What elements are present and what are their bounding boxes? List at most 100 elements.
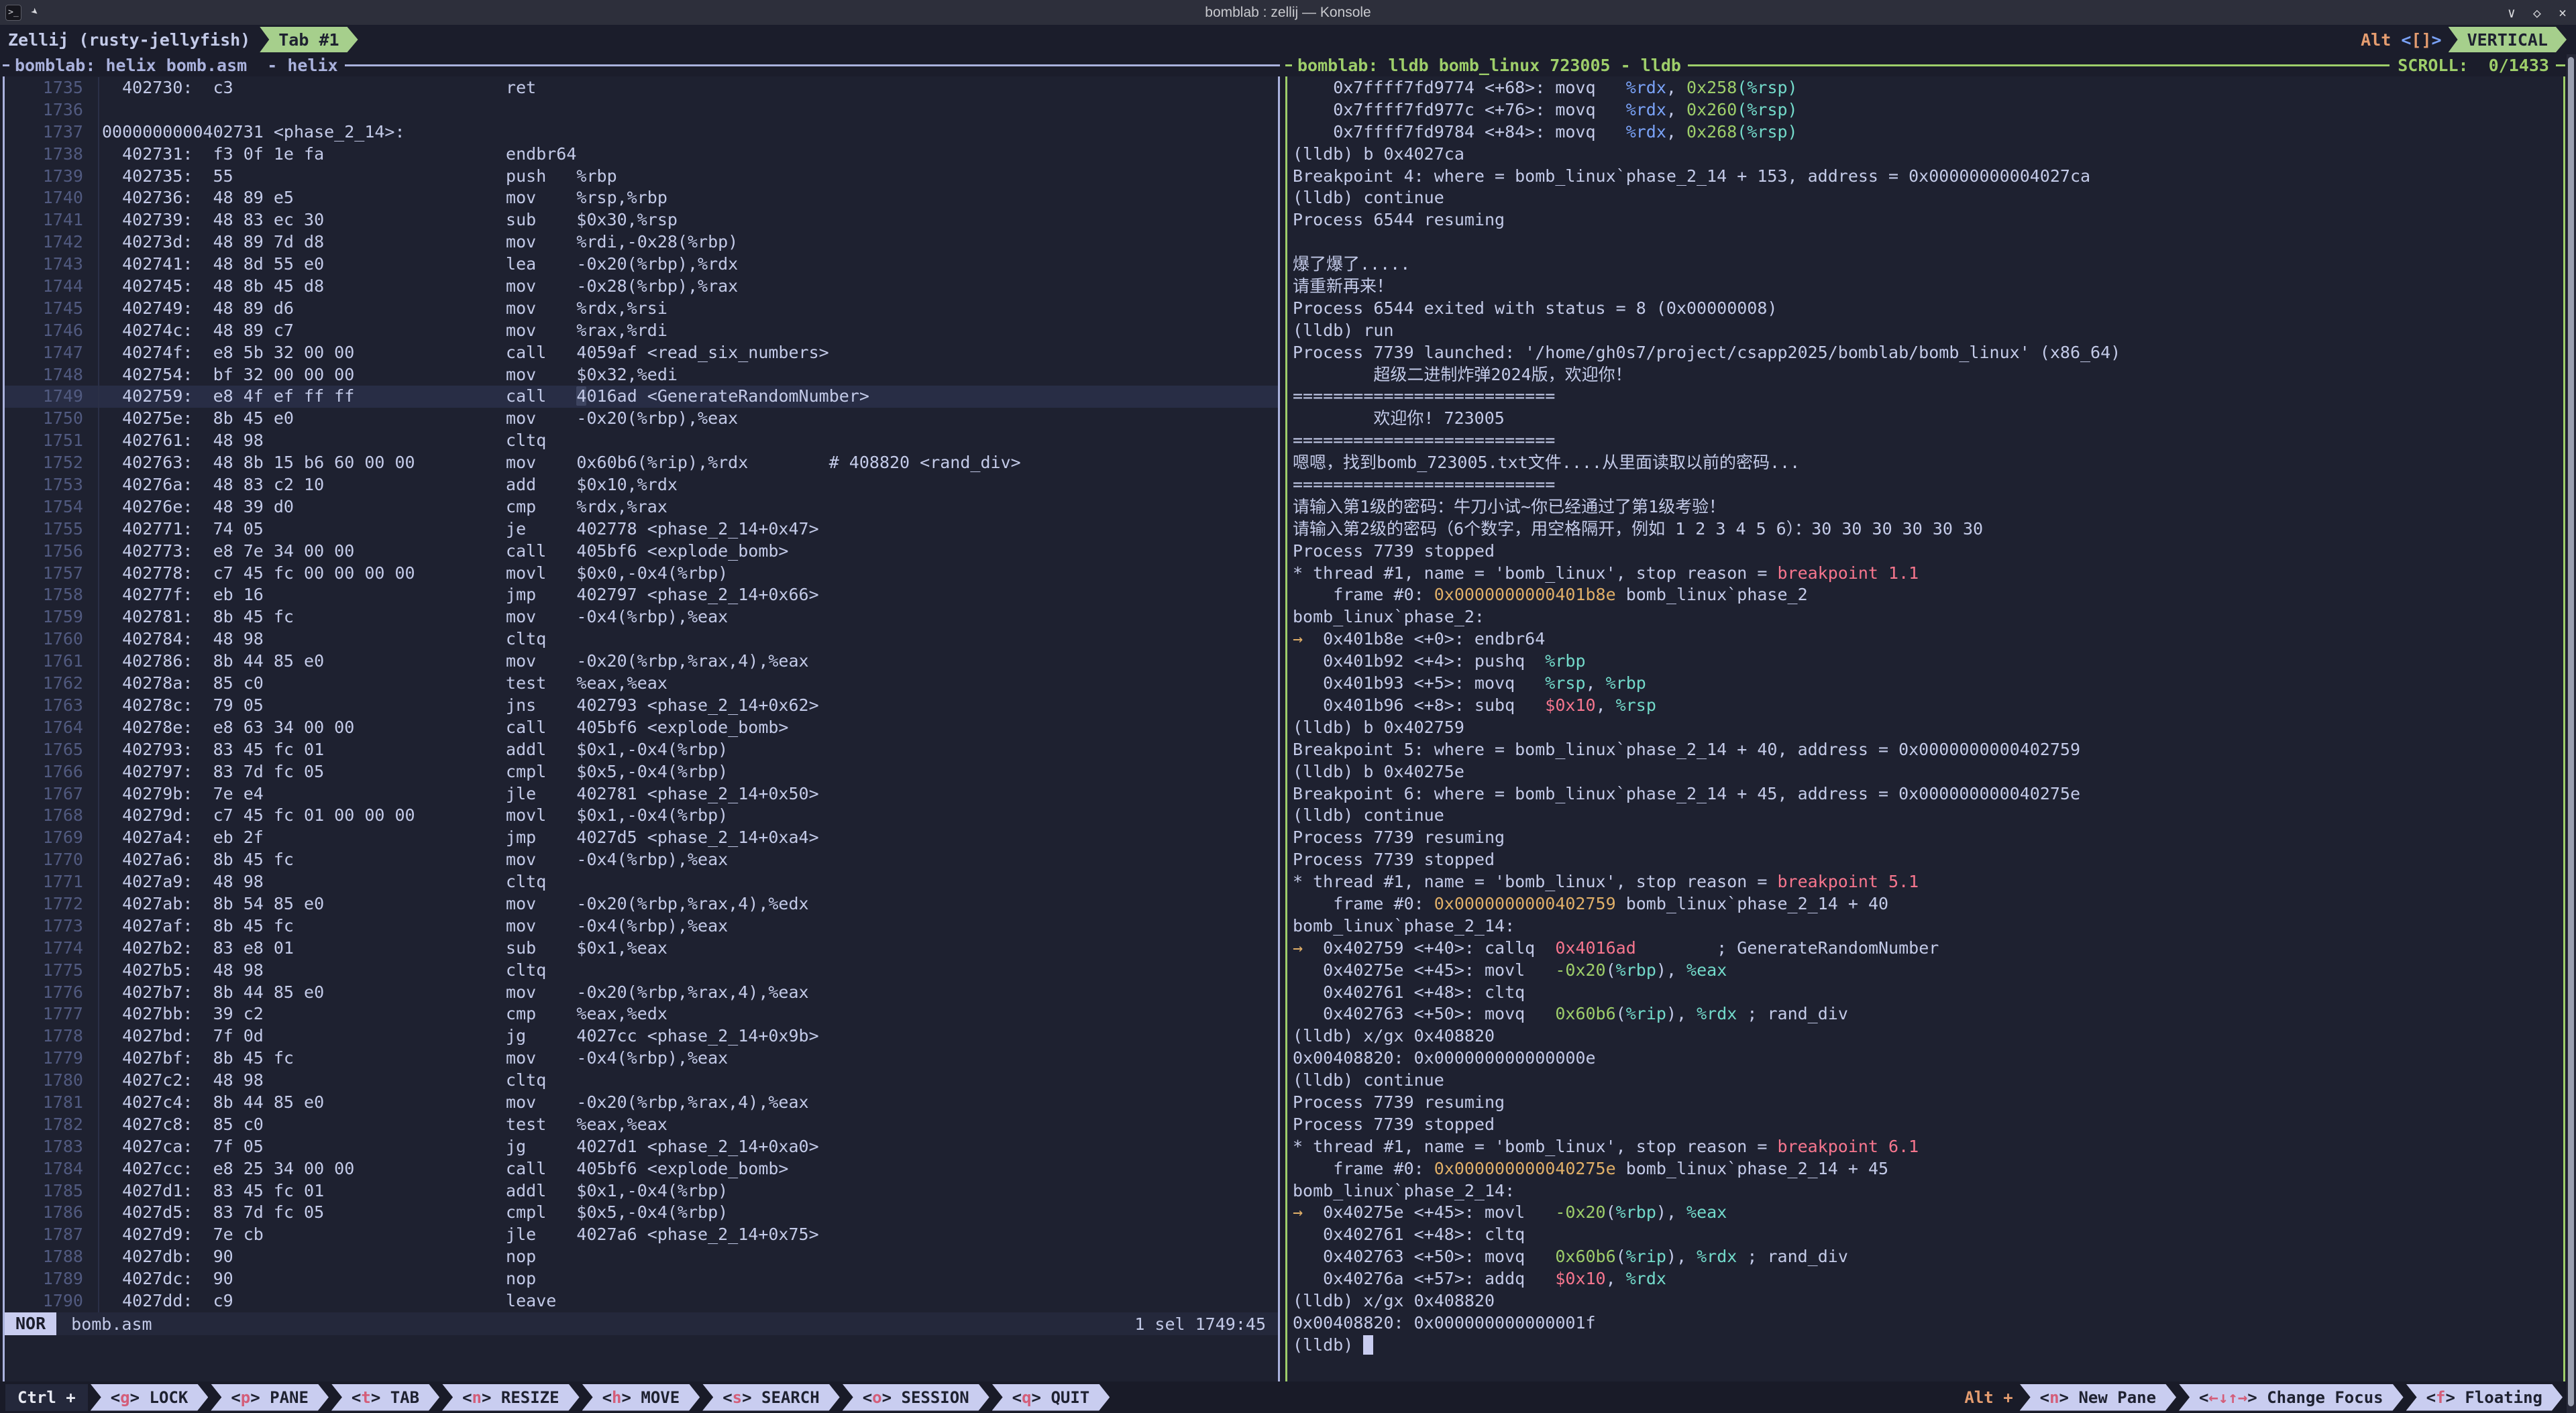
helix-editor-pane[interactable]: bomblab: helix bomb.asm - helix 1735 402… [3,54,1280,1383]
asm-line-1769: 1769 4027a4: eb 2f jmp 4027d5 <phase_2_1… [5,827,1278,849]
asm-line-1782: 1782 4027c8: 85 c0 test %eax,%eax [5,1114,1278,1136]
asm-line-1779: 1779 4027bf: 8b 45 fc mov -0x4(%rbp),%ea… [5,1048,1278,1070]
helix-mode-badge: NOR [5,1312,56,1335]
lldb-line-40: → 0x402759 <+40>: callq 0x4016ad ; Gener… [1293,938,2563,960]
alt-keybind-floating[interactable]: <f> Floating [2406,1384,2563,1411]
asm-line-1775: 1775 4027b5: 48 98 cltq [5,960,1278,982]
lldb-line-17: ========================== [1293,430,2563,452]
keybind-tab[interactable]: <t> TAB [331,1384,439,1411]
lldb-line-1: 0x7ffff7fd9774 <+68>: movq %rdx, 0x258(%… [1293,77,2563,99]
lldb-line-15: ========================== [1293,386,2563,408]
keybind-quit[interactable]: <q> QUIT [992,1384,1110,1411]
lldb-line-32: (lldb) b 0x40275e [1293,761,2563,783]
keybind-session[interactable]: <o> SESSION [843,1384,989,1411]
asm-line-1788: 1788 4027db: 90 nop [5,1246,1278,1268]
lldb-line-23: * thread #1, name = 'bomb_linux', stop r… [1293,563,2563,585]
close-button[interactable]: × [2559,5,2567,21]
asm-line-1757: 1757 402778: c7 45 fc 00 00 00 00 movl $… [5,563,1278,585]
lldb-terminal-pane[interactable]: bomblab: lldb bomb_linux 723005 - lldb S… [1285,54,2565,1383]
asm-line-1759: 1759 402781: 8b 45 fc mov -0x4(%rbp),%ea… [5,606,1278,628]
asm-line-1763: 1763 40278c: 79 05 jns 402793 <phase_2_1… [5,695,1278,717]
asm-line-1738: 1738 402731: f3 0f 1e fa endbr64 [5,144,1278,166]
lldb-line-52: → 0x40275e <+45>: movl -0x20(%rbp), %eax [1293,1202,2563,1224]
helix-editor-body[interactable]: 1735 402730: c3 ret173617370000000000402… [3,76,1280,1383]
scrollbar-thumb[interactable] [2568,57,2574,1406]
lldb-line-3: 0x7ffff7fd9784 <+84>: movq %rdx, 0x268(%… [1293,121,2563,144]
tab-1[interactable]: Tab #1 [260,27,358,52]
keybind-search[interactable]: <s> SEARCH [702,1384,840,1411]
asm-line-1773: 1773 4027af: 8b 45 fc mov -0x4(%rbp),%ea… [5,915,1278,938]
lldb-line-38: frame #0: 0x0000000000402759 bomb_linux`… [1293,893,2563,915]
lldb-line-54: 0x402763 <+50>: movq 0x60b6(%rip), %rdx … [1293,1246,2563,1268]
lldb-line-30: (lldb) b 0x402759 [1293,717,2563,739]
minimize-button[interactable]: ∨ [2508,5,2516,21]
asm-line-1764: 1764 40278e: e8 63 34 00 00 call 405bf6 … [5,717,1278,739]
asm-line-1746: 1746 40274c: 48 89 c7 mov %rax,%rdi [5,320,1278,342]
lldb-line-57: 0x00408820: 0x000000000000001f [1293,1312,2563,1335]
lldb-line-35: Process 7739 resuming [1293,827,2563,849]
lldb-line-21: 请输入第2级的密码（6个数字，用空格隔开，例如 1 2 3 4 5 6）：30 … [1293,518,2563,541]
lldb-line-16: 欢迎你! 723005 [1293,408,2563,430]
alt-keybind-new-pane[interactable]: <n> New Pane [2020,1384,2176,1411]
lldb-line-44: (lldb) x/gx 0x408820 [1293,1025,2563,1048]
asm-line-1758: 1758 40277f: eb 16 jmp 402797 <phase_2_1… [5,584,1278,606]
keybind-lock[interactable]: <g> LOCK [91,1384,209,1411]
lldb-line-5: Breakpoint 4: where = bomb_linux`phase_2… [1293,166,2563,188]
asm-line-1765: 1765 402793: 83 45 fc 01 addl $0x1,-0x4(… [5,739,1278,761]
asm-line-1780: 1780 4027c2: 48 98 cltq [5,1070,1278,1092]
zellij-keybind-bar: Ctrl + <g> LOCK<p> PANE<t> TAB<n> RESIZE… [0,1381,2576,1413]
asm-line-1767: 1767 40279b: 7e e4 jle 402781 <phase_2_1… [5,783,1278,805]
asm-line-1750: 1750 40275e: 8b 45 e0 mov -0x20(%rbp),%e… [5,408,1278,430]
keybind-resize[interactable]: <n> RESIZE [442,1384,580,1411]
lldb-line-27: 0x401b92 <+4>: pushq %rbp [1293,651,2563,673]
asm-line-1781: 1781 4027c4: 8b 44 85 e0 mov -0x20(%rbp,… [5,1092,1278,1114]
asm-line-1745: 1745 402749: 48 89 d6 mov %rdx,%rsi [5,298,1278,320]
asm-line-1748: 1748 402754: bf 32 00 00 00 mov $0x32,%e… [5,364,1278,386]
lldb-line-22: Process 7739 stopped [1293,541,2563,563]
lldb-line-28: 0x401b93 <+5>: movq %rsp, %rbp [1293,673,2563,695]
lldb-line-41: 0x40275e <+45>: movl -0x20(%rbp), %eax [1293,960,2563,982]
lldb-line-19: ========================== [1293,474,2563,496]
keybind-pane[interactable]: <p> PANE [211,1384,329,1411]
lldb-line-24: frame #0: 0x0000000000401b8e bomb_linux`… [1293,584,2563,606]
asm-line-1761: 1761 402786: 8b 44 85 e0 mov -0x20(%rbp,… [5,651,1278,673]
alt-keybind-change-focus[interactable]: <←↓↑→> Change Focus [2179,1384,2404,1411]
asm-line-1787: 1787 4027d9: 7e cb jle 4027a6 <phase_2_1… [5,1224,1278,1246]
lldb-line-53: 0x402761 <+48>: cltq [1293,1224,2563,1246]
window-titlebar: >_ ➤ bomblab : zellij — Konsole ∨ ◇ × [0,0,2576,25]
lldb-pane-title: bomblab: lldb bomb_linux 723005 - lldb [1297,56,1681,75]
asm-line-1786: 1786 4027d5: 83 7d fc 05 cmpl $0x5,-0x4(… [5,1202,1278,1224]
lldb-line-20: 请输入第1级的密码：牛刀小试~你已经通过了第1级考验！ [1293,496,2563,518]
session-name: Zellij (rusty-jellyfish) [8,30,250,50]
lldb-line-47: Process 7739 resuming [1293,1092,2563,1114]
lldb-line-42: 0x402761 <+48>: cltq [1293,982,2563,1004]
lldb-line-51: bomb_linux`phase_2_14: [1293,1180,2563,1202]
asm-line-1753: 1753 40276a: 48 83 c2 10 add $0x10,%rdx [5,474,1278,496]
lldb-line-37: * thread #1, name = 'bomb_linux', stop r… [1293,871,2563,893]
lldb-line-33: Breakpoint 6: where = bomb_linux`phase_2… [1293,783,2563,805]
lldb-line-8 [1293,231,2563,253]
asm-line-1756: 1756 402773: e8 7e 34 00 00 call 405bf6 … [5,541,1278,563]
lldb-line-7: Process 6544 resuming [1293,209,2563,231]
lldb-line-46: (lldb) continue [1293,1070,2563,1092]
asm-line-1754: 1754 40276e: 48 39 d0 cmp %rdx,%rax [5,496,1278,518]
alt-arrows-hint: Alt <[]> [2361,30,2441,50]
lldb-line-55: 0x40276a <+57>: addq $0x10, %rdx [1293,1268,2563,1290]
lldb-line-48: Process 7739 stopped [1293,1114,2563,1136]
lldb-line-49: * thread #1, name = 'bomb_linux', stop r… [1293,1136,2563,1158]
asm-line-1770: 1770 4027a6: 8b 45 fc mov -0x4(%rbp),%ea… [5,849,1278,871]
lldb-line-12: (lldb) run [1293,320,2563,342]
terminal-scrollbar[interactable] [2567,54,2576,1413]
lldb-line-6: (lldb) continue [1293,187,2563,209]
asm-line-1760: 1760 402784: 48 98 cltq [5,628,1278,651]
maximize-button[interactable]: ◇ [2533,5,2541,21]
keybind-move[interactable]: <h> MOVE [582,1384,700,1411]
lldb-terminal-body[interactable]: 0x7ffff7fd9774 <+68>: movq %rdx, 0x258(%… [1285,76,2565,1383]
asm-line-1749: 1749 402759: e8 4f ef ff ff call 4016ad … [5,386,1278,408]
asm-line-1776: 1776 4027b7: 8b 44 85 e0 mov -0x20(%rbp,… [5,982,1278,1004]
lldb-line-39: bomb_linux`phase_2_14: [1293,915,2563,938]
asm-line-1768: 1768 40279d: c7 45 fc 01 00 00 00 movl $… [5,805,1278,827]
helix-pane-title: bomblab: helix bomb.asm - helix [15,56,338,75]
asm-line-1736: 1736 [5,99,1278,121]
alt-prefix-label: Alt + [1964,1388,2012,1407]
